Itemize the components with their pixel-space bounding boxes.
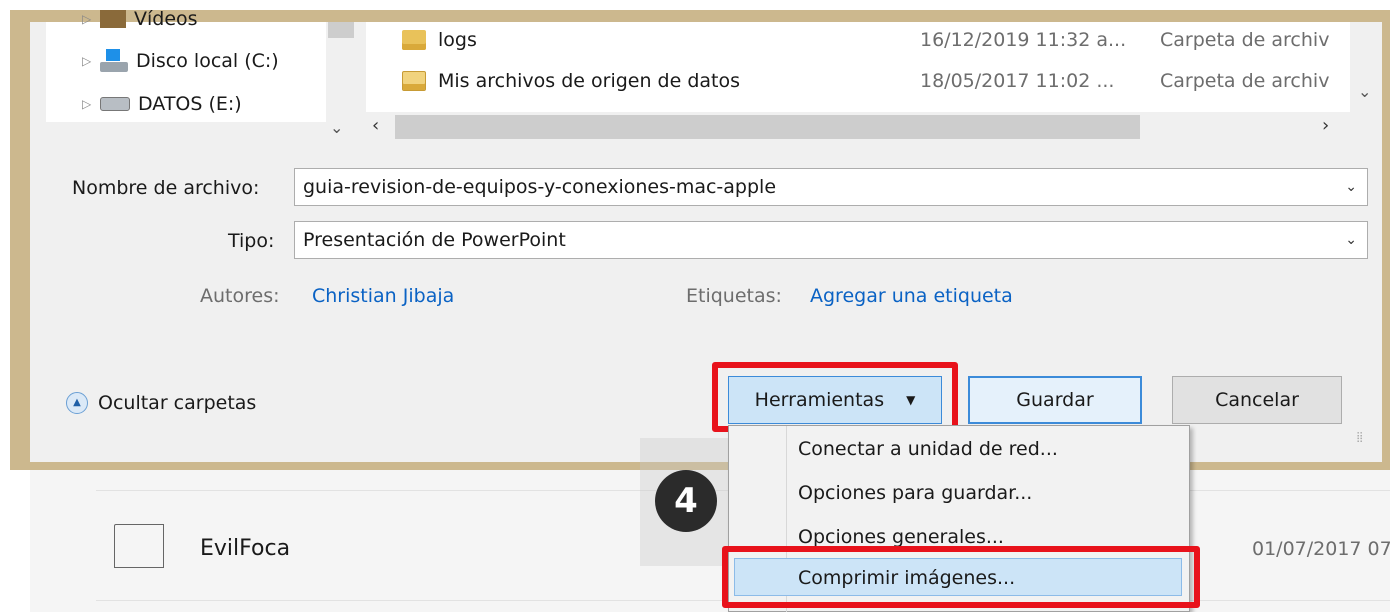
nav-scrollbar-thumb[interactable] (328, 22, 354, 38)
tags-label: Etiquetas: (686, 285, 782, 307)
background-folder-name[interactable]: EvilFoca (200, 536, 290, 561)
menu-item-save-options[interactable]: Opciones para guardar... (798, 482, 1032, 504)
authors-label: Autores: (200, 285, 280, 307)
cancel-button[interactable]: Cancelar (1172, 376, 1342, 424)
resize-grip-icon[interactable]: ⣿ (1356, 432, 1363, 443)
authors-link[interactable]: Christian Jibaja (312, 285, 454, 307)
data-source-folder-icon (402, 71, 426, 91)
file-type-value: Presentación de PowerPoint (303, 229, 566, 251)
scroll-right-icon[interactable]: › (1322, 115, 1329, 136)
dropdown-triangle-icon: ▼ (906, 393, 916, 407)
tools-button[interactable]: Herramientas ▼ (728, 376, 942, 424)
collapse-up-icon: ▲ (66, 392, 88, 414)
filename-label: Nombre de archivo: (72, 177, 260, 199)
folder-outline-icon (114, 524, 164, 568)
nav-item-disco-local[interactable]: ▷ Disco local (C:) (82, 46, 279, 76)
menu-item-general-options[interactable]: Opciones generales... (798, 526, 1004, 548)
file-name: Mis archivos de origen de datos (438, 70, 741, 92)
filename-value: guia-revision-de-equipos-y-conexiones-ma… (303, 176, 777, 198)
expand-arrow-icon[interactable]: ▷ (82, 97, 100, 111)
top-strip (0, 0, 1390, 10)
drive-icon (100, 97, 130, 111)
chevron-down-icon[interactable]: ⌄ (1345, 179, 1357, 195)
nav-item-datos[interactable]: ▷ DATOS (E:) (82, 89, 242, 119)
file-type: Carpeta de archiv (1160, 29, 1330, 51)
file-row[interactable]: Mis archivos de origen de datos (402, 61, 740, 101)
compress-highlight-box (722, 546, 1200, 608)
save-button[interactable]: Guardar (968, 376, 1142, 424)
file-date: 18/05/2017 11:02 ... (920, 70, 1115, 92)
chevron-down-icon[interactable]: ⌄ (330, 118, 343, 137)
menu-item-map-network-drive[interactable]: Conectar a unidad de red... (798, 438, 1058, 460)
left-margin (0, 0, 10, 612)
file-type-select[interactable]: Presentación de PowerPoint ⌄ (294, 221, 1368, 259)
add-tag-link[interactable]: Agregar una etiqueta (810, 285, 1013, 307)
expand-arrow-icon[interactable]: ▷ (82, 54, 100, 68)
file-date: 16/12/2019 11:32 a... (920, 29, 1127, 51)
expand-arrow-icon[interactable]: ▷ (82, 12, 100, 26)
videos-folder-icon (100, 10, 126, 28)
hide-folders-toggle[interactable]: ▲ Ocultar carpetas (66, 392, 256, 414)
step-number-badge: 4 (655, 470, 717, 532)
nav-item-videos[interactable]: ▷ Vídeos (82, 8, 198, 30)
folder-icon (402, 30, 426, 50)
type-label: Tipo: (228, 230, 275, 252)
tools-button-label: Herramientas (754, 389, 885, 411)
file-name: logs (438, 29, 477, 51)
nav-item-label: DATOS (E:) (138, 93, 242, 115)
windows-drive-icon (100, 49, 128, 73)
horizontal-scrollbar-thumb[interactable] (395, 115, 1140, 139)
scroll-left-icon[interactable]: ‹ (372, 115, 379, 136)
file-row[interactable]: logs (402, 20, 477, 60)
scroll-down-icon[interactable]: ⌄ (1358, 82, 1371, 101)
filename-input[interactable]: guia-revision-de-equipos-y-conexiones-ma… (294, 168, 1368, 206)
chevron-down-icon[interactable]: ⌄ (1345, 232, 1357, 248)
nav-item-label: Disco local (C:) (136, 50, 279, 72)
hide-folders-label: Ocultar carpetas (98, 392, 257, 414)
file-type: Carpeta de archiv (1160, 70, 1330, 92)
background-folder-date: 01/07/2017 07 (1252, 538, 1390, 560)
nav-item-label: Vídeos (134, 8, 198, 30)
